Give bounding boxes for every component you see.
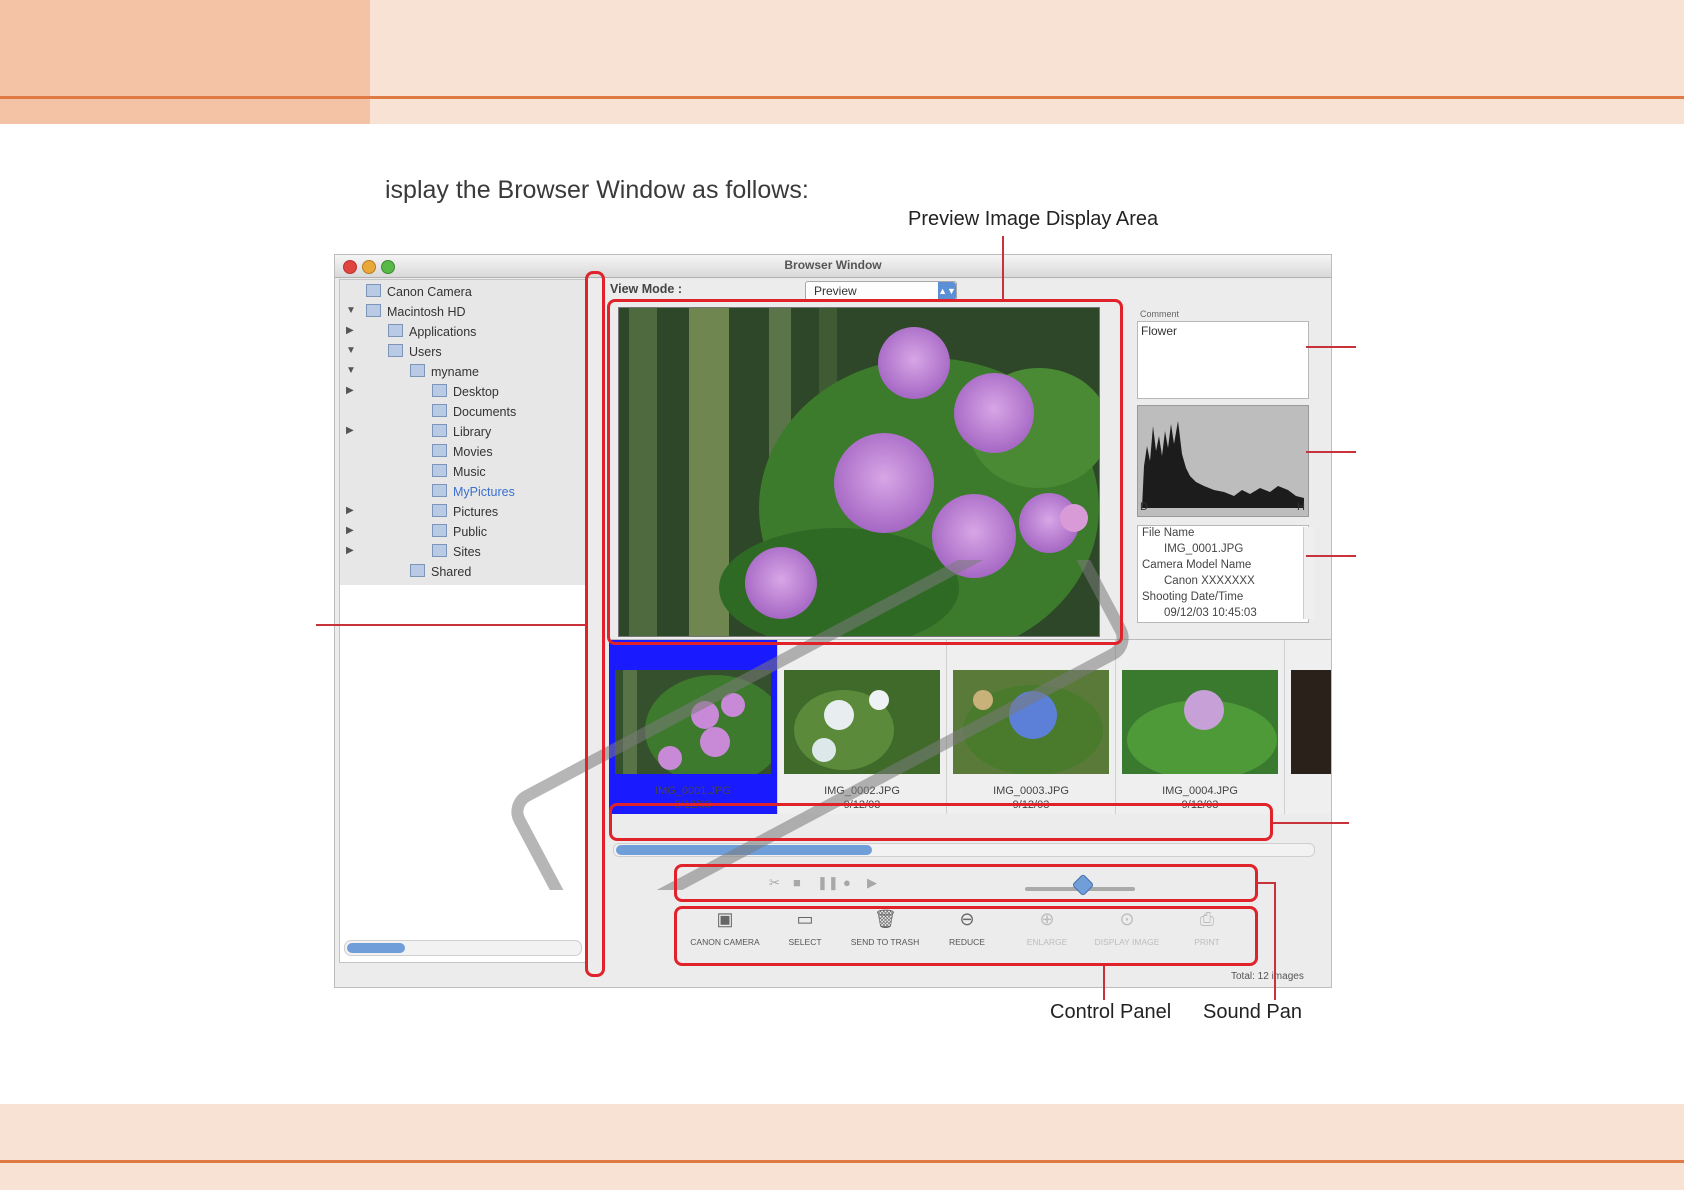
thumbnail-cell[interactable] bbox=[1285, 640, 1331, 814]
callout-control-panel: Control Panel bbox=[1050, 1001, 1172, 1023]
tree-item[interactable]: MyPictures bbox=[340, 482, 586, 502]
highlight-divider bbox=[585, 271, 605, 977]
view-mode-label: View Mode : bbox=[610, 282, 683, 296]
tree-item-label: Shared bbox=[410, 564, 471, 579]
highlight-control-panel bbox=[674, 906, 1258, 966]
disclosure-triangle-icon[interactable]: ▼ bbox=[346, 365, 356, 376]
leader-preview bbox=[1002, 236, 1004, 300]
tree-item[interactable]: ▶ Pictures bbox=[340, 502, 586, 522]
tree-item[interactable]: Canon Camera bbox=[340, 282, 586, 302]
disclosure-triangle-icon[interactable]: ▶ bbox=[346, 525, 354, 536]
status-text: Total: 12 images bbox=[1231, 971, 1304, 982]
tree-item[interactable]: ▶ Library bbox=[340, 422, 586, 442]
folder-icon bbox=[410, 564, 425, 577]
callout-sound-panel: Sound Pan bbox=[1203, 1001, 1302, 1023]
disclosure-triangle-icon[interactable]: ▶ bbox=[346, 505, 354, 516]
disclosure-triangle-icon[interactable]: ▶ bbox=[346, 325, 354, 336]
window-title: Browser Window bbox=[784, 258, 882, 272]
tree-item[interactable]: ▶ Sites bbox=[340, 542, 586, 562]
leader-control bbox=[1103, 966, 1105, 1000]
tree-item[interactable]: ▼ myname bbox=[340, 362, 586, 382]
tree-item[interactable]: ▼ Macintosh HD bbox=[340, 302, 586, 322]
disclosure-triangle-icon[interactable]: ▶ bbox=[346, 385, 354, 396]
tree-item-label: Movies bbox=[432, 444, 493, 459]
folder-icon bbox=[432, 424, 447, 437]
tree-item-label: Documents bbox=[432, 404, 516, 419]
comment-label: Comment bbox=[1140, 309, 1180, 319]
leader-comment bbox=[1306, 346, 1356, 348]
tree-item-label: Sites bbox=[432, 544, 481, 559]
tree-item-label: Macintosh HD bbox=[366, 304, 466, 319]
highlight-preview-area bbox=[607, 299, 1123, 645]
tree-item-label: Pictures bbox=[432, 504, 498, 519]
header-rule bbox=[0, 96, 1684, 99]
leader-file-list bbox=[1273, 822, 1349, 824]
leader-info bbox=[1306, 555, 1356, 557]
tree-item-label: Canon Camera bbox=[366, 284, 472, 299]
view-mode-select[interactable]: Preview ▲▼ bbox=[805, 281, 957, 301]
camera-value: Canon XXXXXXX bbox=[1164, 575, 1255, 587]
file-name-label: File Name bbox=[1142, 527, 1195, 539]
thumbnail-image[interactable] bbox=[1291, 670, 1331, 774]
tree-item[interactable]: Music bbox=[340, 462, 586, 482]
tree-item[interactable]: ▼ Users bbox=[340, 342, 586, 362]
folder-icon bbox=[388, 344, 403, 357]
disclosure-triangle-icon[interactable]: ▼ bbox=[346, 305, 356, 316]
tree-item-label: Applications bbox=[388, 324, 476, 339]
highlight-file-list bbox=[609, 803, 1273, 841]
folder-icon bbox=[410, 364, 425, 377]
file-name-value: IMG_0001.JPG bbox=[1164, 543, 1244, 555]
folder-icon bbox=[432, 464, 447, 477]
folder-icon bbox=[432, 444, 447, 457]
leader-sound-v bbox=[1274, 882, 1276, 1000]
folder-tree-rows: Canon Camera ▼ Macintosh HD ▶ Applications ▼ U… bbox=[340, 280, 586, 585]
leader-histogram bbox=[1306, 451, 1356, 453]
tree-item-label: Users bbox=[388, 344, 442, 359]
folder-icon bbox=[432, 524, 447, 537]
disclosure-triangle-icon[interactable]: ▶ bbox=[346, 545, 354, 556]
tree-scroll-thumb[interactable] bbox=[347, 943, 405, 953]
histogram-d-label: D bbox=[1140, 501, 1148, 513]
tree-item-label: Music bbox=[432, 464, 486, 479]
view-mode-value: Preview bbox=[814, 284, 857, 298]
tree-item-label: myname bbox=[410, 364, 479, 379]
tree-item-label: Public bbox=[432, 524, 487, 539]
disclosure-triangle-icon[interactable]: ▶ bbox=[346, 425, 354, 436]
footer-band bbox=[0, 1104, 1684, 1190]
comment-text: Flower bbox=[1141, 324, 1178, 338]
footer-rule bbox=[0, 1160, 1684, 1163]
date-value: 09/12/03 10:45:03 bbox=[1164, 607, 1257, 619]
tree-item[interactable]: ▶ Applications bbox=[340, 322, 586, 342]
tree-item-label: Library bbox=[432, 424, 491, 439]
folder-icon bbox=[366, 304, 381, 317]
info-scrollbar[interactable] bbox=[1303, 527, 1314, 619]
leader-folder-area bbox=[316, 624, 586, 626]
title-bar: Browser Window bbox=[335, 255, 1331, 278]
histogram-h-label: H bbox=[1297, 501, 1305, 513]
callout-preview-area: Preview Image Display Area bbox=[908, 208, 1159, 230]
disclosure-triangle-icon[interactable]: ▼ bbox=[346, 345, 356, 356]
folder-icon bbox=[432, 544, 447, 557]
header-band-left bbox=[0, 0, 370, 124]
folder-icon bbox=[432, 404, 447, 417]
histogram-graph bbox=[1142, 421, 1304, 508]
histogram: D H bbox=[1137, 405, 1309, 517]
folder-icon bbox=[366, 284, 381, 297]
select-arrows-icon: ▲▼ bbox=[938, 282, 956, 300]
folder-icon bbox=[432, 484, 447, 497]
folder-icon bbox=[432, 384, 447, 397]
comment-field[interactable]: Flower bbox=[1137, 321, 1309, 399]
folder-icon bbox=[388, 324, 403, 337]
highlight-sound-panel bbox=[674, 864, 1258, 902]
tree-item-label: MyPictures bbox=[432, 484, 515, 499]
tree-item[interactable]: Documents bbox=[340, 402, 586, 422]
tree-item[interactable]: ▶ Desktop bbox=[340, 382, 586, 402]
tree-item[interactable]: ▶ Public bbox=[340, 522, 586, 542]
tree-scrollbar[interactable] bbox=[344, 940, 582, 956]
intro-text: isplay the Browser Window as follows: bbox=[385, 176, 809, 204]
folder-icon bbox=[432, 504, 447, 517]
tree-item-label: Desktop bbox=[432, 384, 499, 399]
tree-item[interactable]: Movies bbox=[340, 442, 586, 462]
header-band-right bbox=[370, 0, 1684, 124]
